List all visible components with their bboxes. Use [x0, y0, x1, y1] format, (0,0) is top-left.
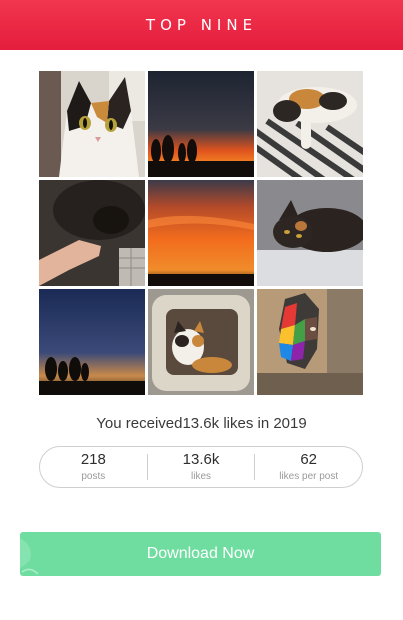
- stats-panel: 218 posts 13.6k likes 62 likes per post: [39, 446, 363, 488]
- top-nine-grid: [39, 71, 363, 395]
- sunset-trees-silhouette-photo: [148, 71, 254, 177]
- black-cat-and-hand-photo: [39, 180, 145, 286]
- stat-likes-per-post-label: likes per post: [279, 471, 339, 482]
- calico-cat-portrait-photo: [39, 71, 145, 177]
- header-bar: TOP NINE: [0, 0, 403, 50]
- leaf-decoration-icon: [20, 538, 39, 575]
- colorful-gorilla-mural-photo: [257, 289, 363, 395]
- orange-sunset-sky-photo: [148, 180, 254, 286]
- calico-cat-in-cat-tree-photo: [148, 289, 254, 395]
- header-title: TOP NINE: [145, 16, 258, 34]
- likes-summary-text: You received13.6k likes in 2019: [96, 415, 307, 432]
- stat-likes-per-post-value: 62: [300, 451, 318, 468]
- stat-likes-value: 13.6k: [182, 451, 220, 468]
- download-now-button[interactable]: Download Now: [20, 532, 381, 576]
- stat-posts-value: 218: [80, 451, 106, 468]
- tortoiseshell-cat-lying-photo: [257, 180, 363, 286]
- download-now-label: Download Now: [146, 545, 255, 562]
- stat-likes: 13.6k likes: [146, 451, 255, 482]
- dusk-tree-silhouette-photo: [39, 289, 145, 395]
- stat-likes-per-post: 62 likes per post: [254, 451, 362, 482]
- stat-likes-label: likes: [191, 471, 212, 482]
- stat-posts-label: posts: [81, 471, 106, 482]
- stat-posts: 218 posts: [40, 447, 147, 487]
- calico-cat-lying-on-striped-blanket-photo: [257, 71, 363, 177]
